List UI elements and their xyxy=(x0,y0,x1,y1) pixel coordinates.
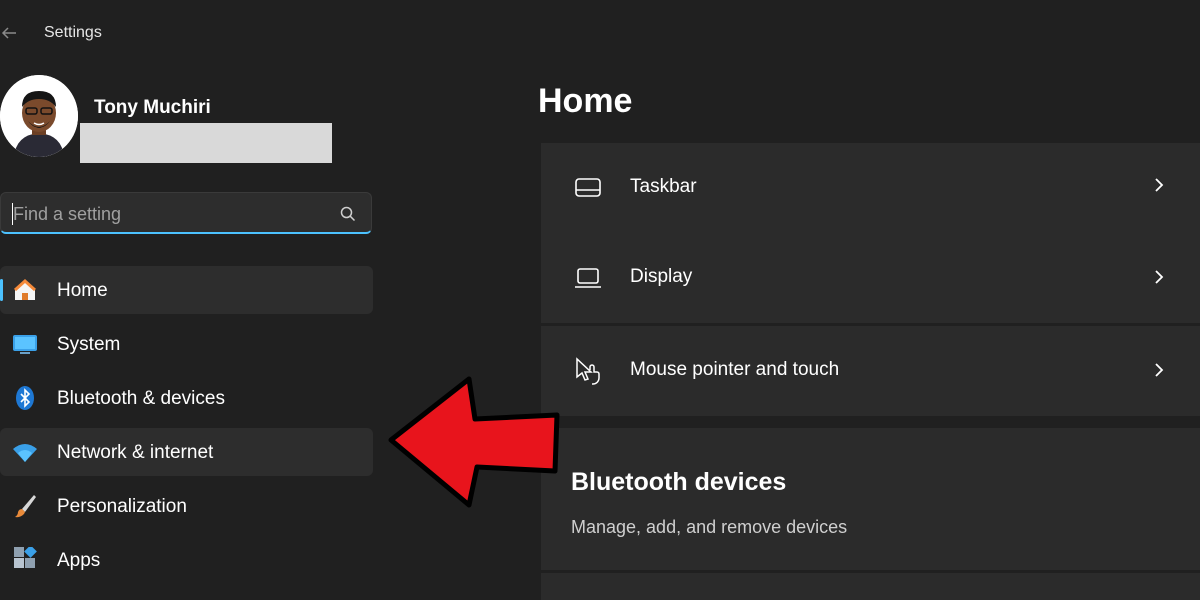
redacted-email xyxy=(80,123,332,163)
red-arrow-annotation-icon xyxy=(388,376,560,508)
text-caret xyxy=(12,203,13,225)
sidebar-item-apps[interactable]: Apps xyxy=(0,536,373,584)
search-box[interactable] xyxy=(0,192,372,235)
bluetooth-icon xyxy=(16,386,34,410)
apps-icon xyxy=(14,547,37,568)
card-label: Taskbar xyxy=(630,176,697,197)
mouse-touch-icon xyxy=(576,357,600,385)
user-name: Tony Muchiri xyxy=(94,97,211,118)
title-bar: Settings xyxy=(0,0,1200,66)
sidebar-item-network[interactable]: Network & internet xyxy=(0,428,373,476)
sidebar-item-system[interactable]: System xyxy=(0,320,373,368)
chevron-right-icon[interactable] xyxy=(1152,361,1166,379)
card-display[interactable]: Display xyxy=(541,233,1200,323)
display-icon xyxy=(575,268,601,288)
sidebar-item-label: Bluetooth & devices xyxy=(57,388,225,409)
user-profile[interactable]: Tony Muchiri xyxy=(0,75,360,165)
active-indicator xyxy=(0,279,3,301)
sidebar-item-label: Network & internet xyxy=(57,442,214,463)
section-title: Bluetooth devices xyxy=(571,468,787,496)
sidebar-item-label: System xyxy=(57,334,121,355)
card-taskbar[interactable]: Taskbar xyxy=(541,143,1200,233)
bluetooth-device-row[interactable] xyxy=(541,573,1200,600)
brush-icon xyxy=(15,495,36,518)
sidebar-item-bluetooth[interactable]: Bluetooth & devices xyxy=(0,374,373,422)
card-label: Mouse pointer and touch xyxy=(630,359,840,380)
page-title: Home xyxy=(538,82,633,120)
chevron-right-icon[interactable] xyxy=(1152,176,1166,194)
wifi-icon xyxy=(13,444,37,462)
taskbar-icon xyxy=(575,178,601,197)
sidebar-item-label: Apps xyxy=(57,550,101,571)
avatar[interactable] xyxy=(0,75,78,157)
sidebar-item-label: Personalization xyxy=(57,496,187,517)
sidebar-item-personalization[interactable]: Personalization xyxy=(0,482,373,530)
home-icon xyxy=(13,278,37,300)
card-label: Display xyxy=(630,266,693,287)
section-subtitle: Manage, add, and remove devices xyxy=(571,517,848,537)
avatar-face-icon xyxy=(0,75,78,157)
sidebar-item-label: Home xyxy=(57,280,108,301)
chevron-right-icon[interactable] xyxy=(1152,268,1166,286)
search-icon[interactable] xyxy=(339,205,357,223)
back-arrow-icon[interactable] xyxy=(0,24,18,42)
search-input[interactable] xyxy=(11,193,335,235)
system-icon xyxy=(13,335,37,354)
card-mouse-pointer[interactable]: Mouse pointer and touch xyxy=(541,326,1200,416)
bluetooth-devices-section: Bluetooth devices Manage, add, and remov… xyxy=(541,428,1200,570)
app-title: Settings xyxy=(44,24,102,41)
sidebar-item-home[interactable]: Home xyxy=(0,266,373,314)
